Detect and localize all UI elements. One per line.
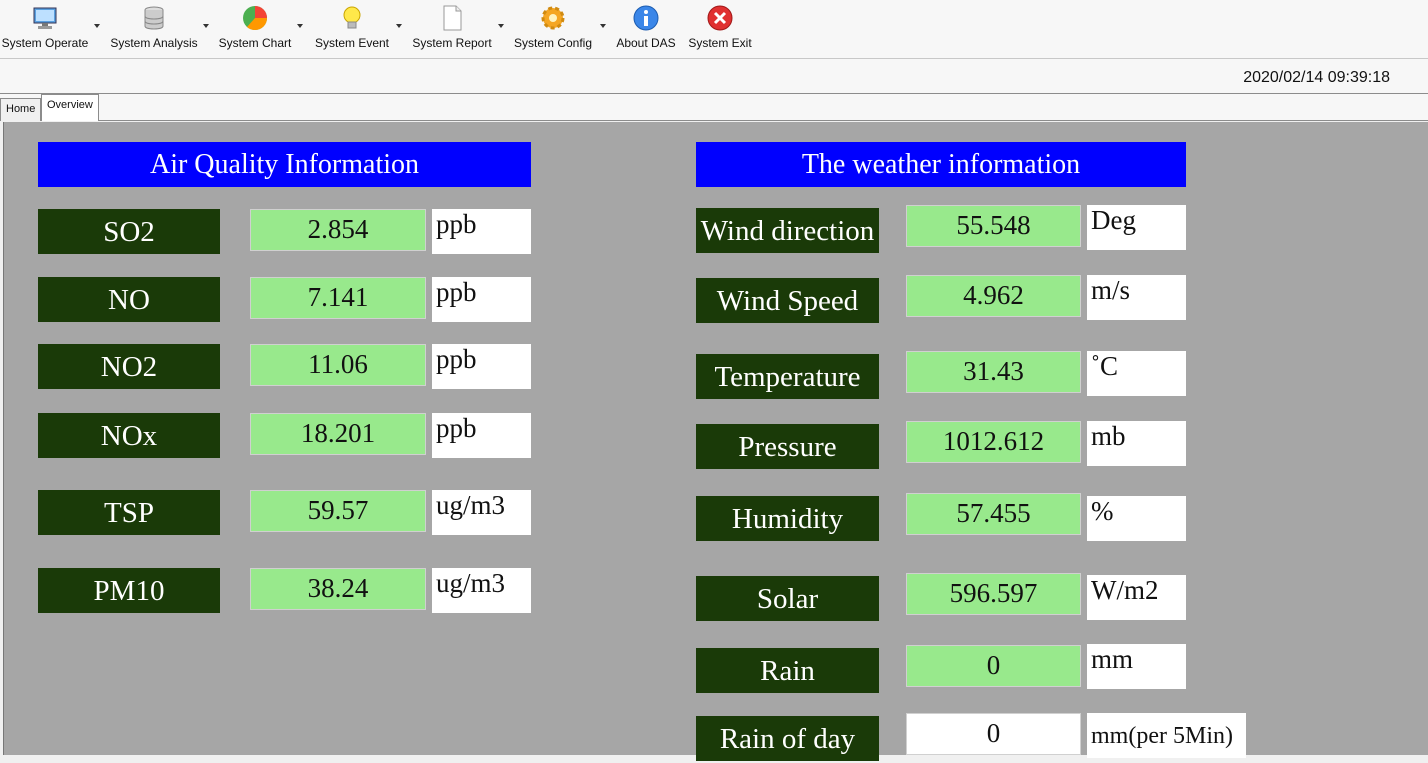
air-unit-nox: ppb bbox=[432, 413, 531, 458]
air-unit-so2: ppb bbox=[432, 209, 531, 254]
lightbulb-icon bbox=[343, 6, 361, 29]
weather-label-wind-direction: Wind direction bbox=[696, 208, 879, 253]
weather-unit-pressure: mb bbox=[1087, 421, 1186, 466]
air-label-tsp: TSP bbox=[38, 490, 220, 535]
system-analysis-dropdown-arrow[interactable] bbox=[203, 24, 209, 28]
system-event-button[interactable]: System Event bbox=[310, 2, 394, 56]
air-unit-pm10: ug/m3 bbox=[432, 568, 531, 613]
air-unit-no2: ppb bbox=[432, 344, 531, 389]
air-label-pm10: PM10 bbox=[38, 568, 220, 613]
weather-value-temperature: 31.43 bbox=[906, 351, 1081, 393]
tab-home[interactable]: Home bbox=[0, 98, 42, 121]
weather-label-rain: Rain bbox=[696, 648, 879, 693]
toolbar-label: System Event bbox=[314, 36, 390, 50]
air-label-no: NO bbox=[38, 277, 220, 322]
weather-label-humidity: Humidity bbox=[696, 496, 879, 541]
air-value-pm10: 38.24 bbox=[250, 568, 426, 610]
air-quality-header: Air Quality Information bbox=[38, 142, 531, 187]
weather-header: The weather information bbox=[696, 142, 1186, 187]
weather-label-solar: Solar bbox=[696, 576, 879, 621]
weather-unit-temperature: ˚C bbox=[1087, 351, 1186, 396]
weather-unit-rain: mm bbox=[1087, 644, 1186, 689]
system-config-dropdown-arrow[interactable] bbox=[600, 24, 606, 28]
document-icon bbox=[443, 5, 462, 31]
datetime-display: 2020/02/14 09:39:18 bbox=[1243, 69, 1390, 86]
system-event-dropdown-arrow[interactable] bbox=[396, 24, 402, 28]
system-operate-button[interactable]: System Operate bbox=[0, 2, 90, 56]
air-unit-no: ppb bbox=[432, 277, 531, 322]
toolbar-label: System Chart bbox=[218, 36, 292, 50]
pie-chart-icon bbox=[243, 6, 268, 31]
weather-label-rain-of-day: Rain of day bbox=[696, 716, 879, 761]
air-value-no2: 11.06 bbox=[250, 344, 426, 386]
air-value-so2: 2.854 bbox=[250, 209, 426, 251]
weather-value-rain-of-day: 0 bbox=[906, 713, 1081, 755]
air-value-nox: 18.201 bbox=[250, 413, 426, 455]
tab-overview[interactable]: Overview bbox=[41, 94, 99, 121]
main-toolbar: System Operate System Analysis System Ch… bbox=[0, 0, 1428, 59]
weather-label-wind-speed: Wind Speed bbox=[696, 278, 879, 323]
system-analysis-button[interactable]: System Analysis bbox=[106, 2, 202, 56]
close-icon bbox=[707, 5, 733, 31]
weather-unit-wind-direction: Deg bbox=[1087, 205, 1186, 250]
weather-value-solar: 596.597 bbox=[906, 573, 1081, 615]
gear-icon bbox=[541, 6, 565, 30]
system-report-button[interactable]: System Report bbox=[408, 2, 496, 56]
about-das-button[interactable]: About DAS bbox=[612, 2, 680, 56]
system-chart-button[interactable]: System Chart bbox=[214, 2, 296, 56]
toolbar-label: System Operate bbox=[1, 36, 89, 50]
weather-unit-solar: W/m2 bbox=[1087, 575, 1186, 620]
weather-label-temperature: Temperature bbox=[696, 354, 879, 399]
toolbar-label: System Report bbox=[412, 36, 492, 50]
tab-strip: Home Overview bbox=[0, 94, 1428, 121]
weather-value-wind-speed: 4.962 bbox=[906, 275, 1081, 317]
info-icon bbox=[633, 5, 659, 31]
toolbar-label: About DAS bbox=[616, 36, 676, 50]
toolbar-label: System Analysis bbox=[110, 36, 198, 50]
air-label-so2: SO2 bbox=[38, 209, 220, 254]
weather-value-wind-direction: 55.548 bbox=[906, 205, 1081, 247]
air-value-tsp: 59.57 bbox=[250, 490, 426, 532]
air-label-no2: NO2 bbox=[38, 344, 220, 389]
system-chart-dropdown-arrow[interactable] bbox=[297, 24, 303, 28]
monitor-icon bbox=[33, 7, 57, 29]
system-report-dropdown-arrow[interactable] bbox=[498, 24, 504, 28]
overview-panel: Air Quality Information SO2 2.854 ppb NO… bbox=[3, 122, 1428, 761]
weather-label-pressure: Pressure bbox=[696, 424, 879, 469]
weather-unit-humidity: % bbox=[1087, 496, 1186, 541]
air-value-no: 7.141 bbox=[250, 277, 426, 319]
weather-unit-rain-of-day: mm(per 5Min) bbox=[1087, 713, 1246, 758]
system-config-button[interactable]: System Config bbox=[508, 2, 598, 56]
weather-unit-wind-speed: m/s bbox=[1087, 275, 1186, 320]
status-bar: 2020/02/14 09:39:18 bbox=[0, 59, 1428, 94]
air-label-nox: NOx bbox=[38, 413, 220, 458]
database-icon bbox=[144, 6, 164, 30]
weather-value-humidity: 57.455 bbox=[906, 493, 1081, 535]
weather-value-pressure: 1012.612 bbox=[906, 421, 1081, 463]
system-operate-dropdown-arrow[interactable] bbox=[94, 24, 100, 28]
air-unit-tsp: ug/m3 bbox=[432, 490, 531, 535]
toolbar-label: System Exit bbox=[688, 36, 752, 50]
system-exit-button[interactable]: System Exit bbox=[684, 2, 756, 56]
weather-value-rain: 0 bbox=[906, 645, 1081, 687]
toolbar-label: System Config bbox=[513, 36, 593, 50]
